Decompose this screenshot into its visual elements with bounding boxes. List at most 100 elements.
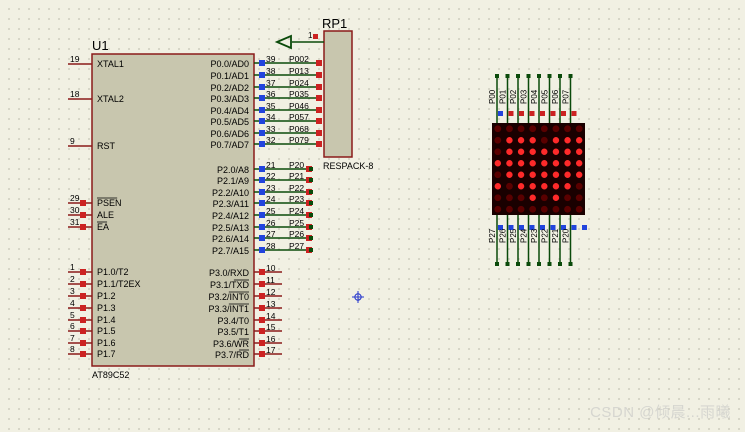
u1-pin-number: 15 <box>266 322 276 332</box>
u1-pin-name: P1.6 <box>97 338 116 348</box>
u1-pin-marker <box>80 328 86 334</box>
led-dot <box>517 125 525 133</box>
u1-pin-name: P3.2/INT0 <box>208 292 249 302</box>
led-dot <box>506 194 513 202</box>
u1-pin-name: P1.3 <box>97 303 116 313</box>
led-dot <box>541 160 548 167</box>
matrix-bottom-label: P22 <box>541 228 550 243</box>
net-terminal <box>526 74 531 78</box>
u1-pin-marker <box>259 235 265 241</box>
matrix-bottom-label: P24 <box>520 228 529 243</box>
led-dot <box>529 125 537 133</box>
u1-pin-name: XTAL1 <box>97 59 124 69</box>
led-dot <box>552 194 560 201</box>
u1-pin-number: 13 <box>266 299 276 309</box>
u1-component[interactable]: U1AT89C5219 XTAL118 XTAL29 RST29 PSEN30 ALE31… <box>68 38 322 380</box>
u1-ref-label: U1 <box>92 38 109 53</box>
led-dot <box>494 205 502 213</box>
u1-pin-marker <box>80 224 86 230</box>
led-dot <box>517 171 525 178</box>
net-end-marker <box>316 95 322 101</box>
net-label: P27 <box>289 241 304 251</box>
led-matrix[interactable]: P00 P01 P02 P03 P04 P05 P06 P07P27 P26 P25 P24 P23 P… <box>488 74 587 266</box>
net-terminal <box>558 262 562 266</box>
schematic-drawing: U1AT89C5219 XTAL118 XTAL29 RST29 PSEN30 ALE31… <box>68 16 587 380</box>
u1-pin-name: P1.5 <box>97 326 116 336</box>
led-dot <box>552 148 560 155</box>
u1-pin-number: 31 <box>70 217 80 227</box>
matrix-bottom-label: P23 <box>530 228 539 243</box>
led-dot <box>564 125 571 133</box>
u1-pin-name: P3.5/T1 <box>217 327 249 337</box>
u1-pin-name: P2.5/A13 <box>212 223 249 233</box>
u1-pin-name: P2.7/A15 <box>212 246 249 256</box>
matrix-top-label: P00 <box>488 89 497 104</box>
net-terminal <box>547 262 552 266</box>
led-dot <box>529 205 537 213</box>
u1-pin-name: PSEN <box>97 198 122 208</box>
led-dot <box>552 171 560 178</box>
u1-pin-number: 19 <box>70 54 80 64</box>
u1-pin-name: P1.2 <box>97 291 116 301</box>
net-label: P26 <box>289 229 304 239</box>
led-dot <box>517 205 525 213</box>
led-dot <box>494 171 502 179</box>
rp1-part-label: RESPACK-8 <box>323 161 373 171</box>
u1-pin-name: P0.2/AD2 <box>210 83 249 93</box>
matrix-pin-marker <box>582 225 587 230</box>
led-dot <box>541 183 548 190</box>
rp1-ref-label: RP1 <box>322 16 347 31</box>
u1-pin-marker <box>259 281 265 287</box>
matrix-body[interactable] <box>492 123 585 215</box>
u1-pin-name: P0.7/AD7 <box>210 140 249 150</box>
net-label: P057 <box>289 112 309 122</box>
u1-pin-number: 4 <box>70 298 75 308</box>
led-dot <box>506 171 513 178</box>
u1-pin-marker <box>80 317 86 323</box>
net-terminal <box>537 74 541 78</box>
led-dot <box>506 137 513 144</box>
u1-pin-marker <box>80 305 86 311</box>
net-label: P23 <box>289 194 304 204</box>
u1-pin-name: P3.1/TXD <box>210 280 250 290</box>
u1-pin-name: P3.4/T0 <box>217 316 249 326</box>
u1-pin-name: P0.4/AD4 <box>210 106 249 116</box>
u1-pin-name: P1.1/T2EX <box>97 279 141 289</box>
rp1-body[interactable] <box>323 30 353 158</box>
u1-pin-marker <box>80 200 86 206</box>
matrix-pin-marker <box>550 111 556 116</box>
u1-pin-marker <box>259 200 265 206</box>
u1-pin-name: P2.2/A10 <box>212 188 249 198</box>
net-terminal <box>558 74 562 78</box>
net-terminal <box>309 213 313 217</box>
u1-pin-number: 6 <box>70 321 75 331</box>
u1-pin-number: 27 <box>266 229 276 239</box>
led-dot <box>541 171 548 178</box>
matrix-pin-marker <box>498 111 503 116</box>
u1-part-label: AT89C52 <box>92 370 129 380</box>
u1-pin-number: 29 <box>70 193 80 203</box>
matrix-pin-marker <box>561 111 566 116</box>
u1-pin-marker <box>259 305 265 311</box>
u1-pin-name: P3.3/INT1 <box>208 304 249 314</box>
net-terminal <box>516 74 520 78</box>
u1-pin-marker <box>259 107 265 113</box>
u1-pin-number: 25 <box>266 206 276 216</box>
schematic-canvas[interactable]: U1 AT89C52 19 XTAL1 18 XTAL2 9 RST 29 PSEN 30 ALE 31… <box>0 0 745 432</box>
u1-pin-number: 10 <box>266 263 276 273</box>
led-dot <box>575 148 583 155</box>
u1-pin-number: 2 <box>70 274 75 284</box>
u1-pin-number: 3 <box>70 286 75 296</box>
led-dot <box>494 136 502 144</box>
u1-pin-name: P3.7/RD <box>215 350 250 360</box>
matrix-top-label: P01 <box>499 89 508 104</box>
matrix-bottom-label: P20 <box>562 228 571 243</box>
net-label: P20 <box>289 160 304 170</box>
u1-pin-number: 28 <box>266 241 276 251</box>
net-terminal <box>505 74 510 78</box>
u1-pin-number: 16 <box>266 334 276 344</box>
u1-pin-name: P2.6/A14 <box>212 234 249 244</box>
matrix-bottom-label: P27 <box>488 228 497 243</box>
u1-pin-marker <box>259 141 265 147</box>
net-terminal <box>547 74 552 78</box>
